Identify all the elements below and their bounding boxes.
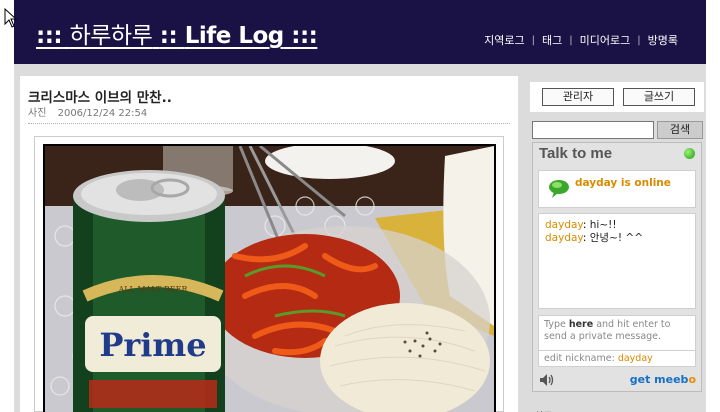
meebo-footer: get meebo bbox=[533, 369, 701, 391]
chat-message: dayday: 안녕~! ^^ bbox=[545, 232, 644, 244]
admin-button[interactable]: 관리자 bbox=[542, 88, 614, 106]
can-brand-text: Prime bbox=[99, 326, 206, 364]
search-input[interactable] bbox=[532, 121, 654, 139]
title-prefix: ::: bbox=[36, 23, 63, 49]
post-area: 크리스마스 이브의 만찬.. 사진 2006/12/24 22:54 Prime… bbox=[20, 76, 518, 412]
blog-header: ::: 하루하루 :: Life Log ::: 지역로그 | 태그 | 미디어… bbox=[14, 0, 706, 64]
post-datetime: 2006/12/24 22:54 bbox=[57, 108, 148, 119]
post-divider bbox=[28, 123, 510, 124]
online-status-icon bbox=[684, 148, 695, 159]
sidebar-next-heading: 최근 bbox=[534, 408, 552, 412]
edit-nickname-row[interactable]: edit nickname: dayday bbox=[538, 351, 696, 367]
mouse-cursor-icon bbox=[4, 8, 18, 28]
nav-separator: | bbox=[531, 34, 536, 46]
title-mid: :: bbox=[159, 23, 178, 49]
nickname-value[interactable]: dayday bbox=[618, 353, 653, 364]
input-hint-bold: here bbox=[568, 319, 594, 330]
chat-message: dayday: hi~!! bbox=[545, 219, 617, 231]
message-input[interactable]: Type here and hit enter to send a privat… bbox=[538, 315, 696, 351]
chat-text: hi~!! bbox=[586, 219, 617, 231]
meebo-title: Talk to me bbox=[533, 143, 701, 165]
meebo-logo-o: o bbox=[688, 373, 696, 386]
dinner-photo-illustration: Prime ALL MALT BEER bbox=[45, 146, 494, 412]
input-hint-pre: Type bbox=[544, 319, 569, 330]
title-korean: 하루하루 bbox=[69, 23, 153, 49]
nickname-label: edit nickname: bbox=[544, 353, 618, 364]
meebo-chat-widget: Talk to me dayday is online dayday: hi~!… bbox=[532, 142, 702, 392]
nav-separator: | bbox=[637, 34, 641, 46]
status-box: dayday is online bbox=[538, 170, 696, 208]
online-status-text: dayday is online bbox=[575, 177, 671, 189]
nav-separator: | bbox=[569, 34, 573, 46]
post-category[interactable]: 사진 bbox=[28, 108, 46, 119]
top-nav: 지역로그 | 태그 | 미디어로그 | 방명록 bbox=[484, 32, 678, 48]
post-photo[interactable]: Prime ALL MALT BEER bbox=[43, 144, 496, 412]
nav-guestbook[interactable]: 방명록 bbox=[648, 32, 678, 48]
get-meebo-link[interactable]: get meebo bbox=[630, 373, 696, 386]
post-title[interactable]: 크리스마스 이브의 만찬.. bbox=[28, 86, 172, 106]
chat-bubble-icon bbox=[549, 180, 569, 198]
meebo-logo-main: get meeb bbox=[629, 373, 689, 386]
chat-log: dayday: hi~!! dayday: 안녕~! ^^ bbox=[538, 213, 696, 309]
speaker-icon[interactable] bbox=[539, 373, 555, 387]
write-button[interactable]: 글쓰기 bbox=[623, 88, 695, 106]
sidebar: 관리자 글쓰기 검색 Talk to me dayday is online d… bbox=[530, 82, 704, 412]
title-suffix: ::: bbox=[291, 23, 318, 49]
can-subtitle-text: ALL MALT BEER bbox=[117, 285, 188, 294]
chat-sender: dayday bbox=[545, 219, 583, 231]
title-english: Life Log bbox=[184, 23, 285, 49]
nav-location-log[interactable]: 지역로그 bbox=[484, 32, 524, 48]
search-button[interactable]: 검색 bbox=[657, 121, 703, 139]
blog-title[interactable]: ::: 하루하루 :: Life Log ::: bbox=[36, 16, 318, 50]
post-meta: 사진 2006/12/24 22:54 bbox=[28, 104, 147, 119]
sidebar-buttons: 관리자 글쓰기 bbox=[530, 82, 704, 112]
chat-text: 안녕~! ^^ bbox=[586, 232, 644, 244]
photo-frame: Prime ALL MALT BEER bbox=[34, 136, 504, 412]
nav-media-log[interactable]: 미디어로그 bbox=[580, 32, 631, 48]
nav-tag[interactable]: 태그 bbox=[542, 32, 562, 48]
chat-sender: dayday bbox=[545, 232, 583, 244]
